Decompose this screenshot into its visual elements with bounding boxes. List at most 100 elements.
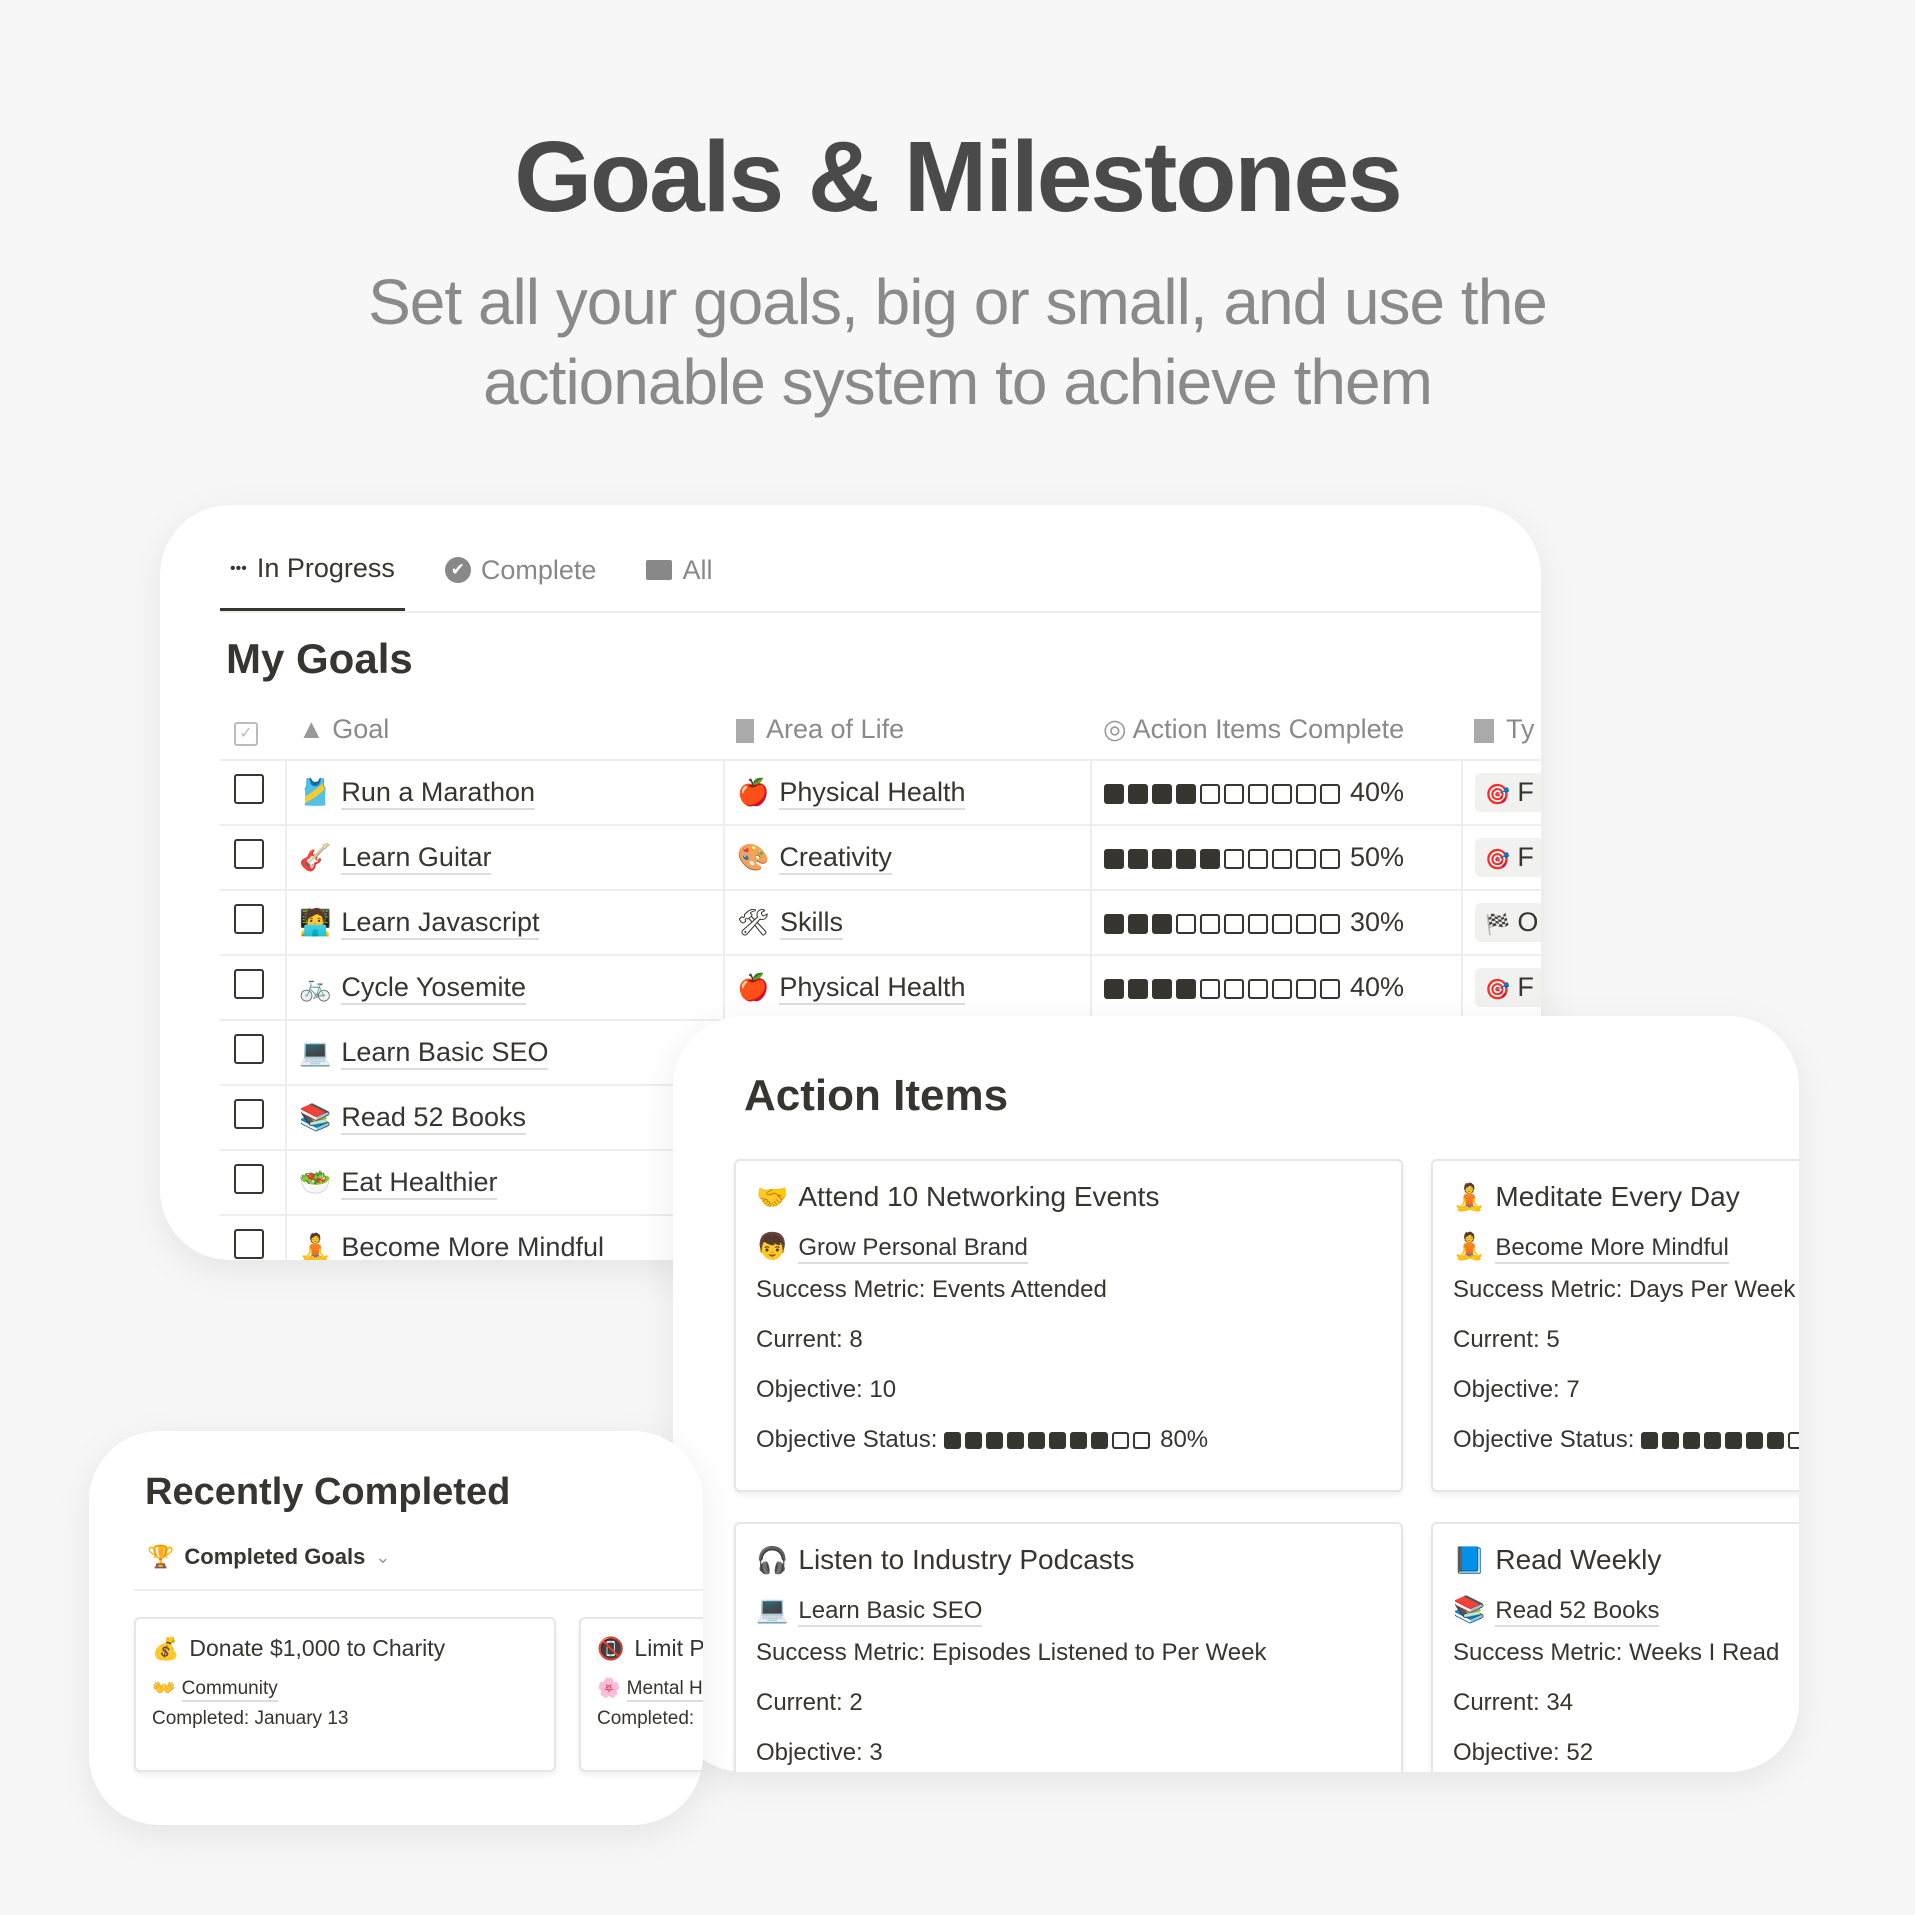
progress-square bbox=[1296, 848, 1316, 869]
table-row[interactable]: 🧑‍💻 Learn Javascript 🛠 Skills 30% 🏁 O bbox=[220, 890, 1541, 956]
current-value: Current: 5 bbox=[1453, 1326, 1560, 1353]
progress-square bbox=[1152, 913, 1172, 934]
action-item-card[interactable]: 📘 Read Weekly 📚 Read 52 Books Success Metr… bbox=[1431, 1522, 1799, 1772]
related-goal-link[interactable]: Learn Basic SEO bbox=[798, 1597, 983, 1627]
goal-emoji-icon: 🧘 bbox=[1453, 1231, 1486, 1261]
type-emoji-icon: 🎯 bbox=[1485, 979, 1510, 1001]
header-label: Area of Life bbox=[766, 714, 905, 744]
goal-link[interactable]: Eat Healthier bbox=[341, 1167, 498, 1200]
goal-link[interactable]: Cycle Yosemite bbox=[341, 972, 526, 1005]
column-header-progress[interactable]: ◎ Action Items Complete bbox=[1091, 700, 1462, 761]
area-emoji-icon: 🛠 bbox=[737, 907, 771, 937]
recently-completed-panel: Recently Completed 🏆 Completed Goals ⌄ 💰 Do… bbox=[89, 1431, 703, 1825]
type-label: O bbox=[1517, 907, 1539, 937]
progress-square bbox=[965, 1432, 983, 1450]
progress-square bbox=[1641, 1432, 1659, 1450]
progress-square bbox=[1200, 913, 1220, 934]
area-emoji-icon: 🍎 bbox=[737, 972, 770, 1002]
area-link[interactable]: Community bbox=[181, 1678, 278, 1702]
progress-square bbox=[1272, 848, 1292, 869]
area-emoji-icon: 🎨 bbox=[737, 842, 770, 872]
goal-emoji-icon: 💻 bbox=[299, 1037, 332, 1067]
goal-link[interactable]: Run a Marathon bbox=[341, 777, 535, 810]
progress-square bbox=[1152, 978, 1172, 999]
related-goal-link[interactable]: Grow Personal Brand bbox=[798, 1234, 1028, 1264]
progress-square bbox=[1746, 1432, 1764, 1450]
table-row[interactable]: 🎽 Run a Marathon 🍎 Physical Health 40% 🎯 F bbox=[220, 760, 1541, 826]
header-label: Ty bbox=[1506, 714, 1535, 744]
progress-square bbox=[1028, 1432, 1046, 1450]
progress-square bbox=[1128, 783, 1148, 804]
success-metric: Success Metric: Days Per Week bbox=[1453, 1276, 1796, 1303]
area-link[interactable]: Skills bbox=[780, 907, 844, 940]
goal-link[interactable]: Learn Basic SEO bbox=[341, 1037, 549, 1070]
area-link[interactable]: Creativity bbox=[779, 842, 892, 875]
complete-checkbox[interactable] bbox=[234, 1034, 264, 1064]
progress-square bbox=[1152, 848, 1172, 869]
page-subtitle: Set all your goals, big or small, and us… bbox=[0, 262, 1915, 422]
tab-all[interactable]: All bbox=[636, 553, 722, 611]
goal-link[interactable]: Read 52 Books bbox=[341, 1102, 526, 1135]
complete-checkbox[interactable] bbox=[234, 839, 264, 869]
action-title: Listen to Industry Podcasts bbox=[798, 1544, 1135, 1575]
action-item-card[interactable]: 🧘 Meditate Every Day 🧘 Become More Mindful… bbox=[1431, 1159, 1799, 1492]
progress-square bbox=[1296, 783, 1316, 804]
goal-emoji-icon: 🚲 bbox=[299, 972, 332, 1002]
view-dropdown[interactable]: 🏆 Completed Goals ⌄ bbox=[147, 1544, 390, 1570]
progress-square bbox=[1176, 783, 1196, 804]
subtitle-line: Set all your goals, big or small, and us… bbox=[368, 266, 1548, 338]
page-title: Goals & Milestones bbox=[514, 121, 1402, 233]
progress-square bbox=[1104, 913, 1124, 934]
area-link[interactable]: Mental Health bbox=[626, 1678, 703, 1702]
target-icon: ◎ bbox=[1103, 714, 1133, 744]
success-metric: Success Metric: Events Attended bbox=[756, 1276, 1107, 1303]
progress-square bbox=[1767, 1432, 1785, 1450]
progress-square bbox=[1296, 913, 1316, 934]
progress-square bbox=[1007, 1432, 1025, 1450]
completed-goal-card[interactable]: 📵 Limit Phone Use 🌸Mental Health Complete… bbox=[579, 1617, 703, 1772]
complete-checkbox[interactable] bbox=[234, 904, 264, 934]
progress-square bbox=[1224, 848, 1244, 869]
complete-checkbox[interactable] bbox=[234, 1099, 264, 1129]
column-header-goal[interactable]: ▲ Goal bbox=[286, 700, 724, 761]
progress-percent: 50% bbox=[1350, 842, 1405, 872]
progress-square bbox=[1248, 848, 1268, 869]
completed-goal-card[interactable]: 💰 Donate $1,000 to Charity 👐 Community Com… bbox=[134, 1617, 556, 1772]
type-emoji-icon: 🏁 bbox=[1485, 914, 1510, 936]
table-row[interactable]: 🎸 Learn Guitar 🎨 Creativity 50% 🎯 F bbox=[220, 825, 1541, 891]
view-tabs: ••• In Progress ✔ Complete All bbox=[220, 553, 722, 611]
goal-link[interactable]: Learn Guitar bbox=[341, 842, 492, 875]
progress-bar bbox=[1104, 978, 1340, 999]
progress-square bbox=[1248, 978, 1268, 999]
type-label: F bbox=[1517, 972, 1534, 1002]
related-goal-link[interactable]: Become More Mindful bbox=[1495, 1234, 1729, 1264]
column-header-type[interactable]: Ty bbox=[1462, 700, 1541, 761]
section-title: My Goals bbox=[226, 635, 413, 682]
progress-square bbox=[1176, 913, 1196, 934]
type-emoji-icon: 🎯 bbox=[1485, 849, 1510, 871]
related-goal-link[interactable]: Read 52 Books bbox=[1495, 1597, 1660, 1627]
action-item-card[interactable]: 🤝 Attend 10 Networking Events 👦 Grow Perso… bbox=[734, 1159, 1403, 1492]
area-emoji-icon: 🍎 bbox=[737, 777, 770, 807]
book-icon bbox=[736, 718, 754, 743]
area-link[interactable]: Physical Health bbox=[779, 972, 966, 1005]
complete-checkbox[interactable] bbox=[234, 774, 264, 804]
progress-bar bbox=[1641, 1432, 1799, 1450]
area-link[interactable]: Physical Health bbox=[779, 777, 966, 810]
complete-checkbox[interactable] bbox=[234, 1229, 264, 1259]
tab-in-progress[interactable]: ••• In Progress bbox=[220, 553, 405, 611]
tab-complete[interactable]: ✔ Complete bbox=[435, 553, 607, 611]
column-header-area[interactable]: Area of Life bbox=[724, 700, 1091, 761]
success-metric: Success Metric: Episodes Listened to Per… bbox=[756, 1639, 1267, 1666]
tag-icon bbox=[1474, 718, 1494, 743]
complete-checkbox[interactable] bbox=[234, 1164, 264, 1194]
goal-link[interactable]: Become More Mindful bbox=[341, 1232, 604, 1260]
objective-value: Objective: 10 bbox=[756, 1376, 897, 1403]
type-chip: 🎯 F bbox=[1475, 838, 1541, 877]
progress-square bbox=[1662, 1432, 1680, 1450]
goal-link[interactable]: Learn Javascript bbox=[341, 907, 540, 940]
table-row[interactable]: 🚲 Cycle Yosemite 🍎 Physical Health 40% 🎯 F bbox=[220, 955, 1541, 1021]
action-item-card[interactable]: 🎧 Listen to Industry Podcasts 💻 Learn Basi… bbox=[734, 1522, 1403, 1772]
complete-checkbox[interactable] bbox=[234, 969, 264, 999]
action-title: Attend 10 Networking Events bbox=[798, 1181, 1160, 1212]
